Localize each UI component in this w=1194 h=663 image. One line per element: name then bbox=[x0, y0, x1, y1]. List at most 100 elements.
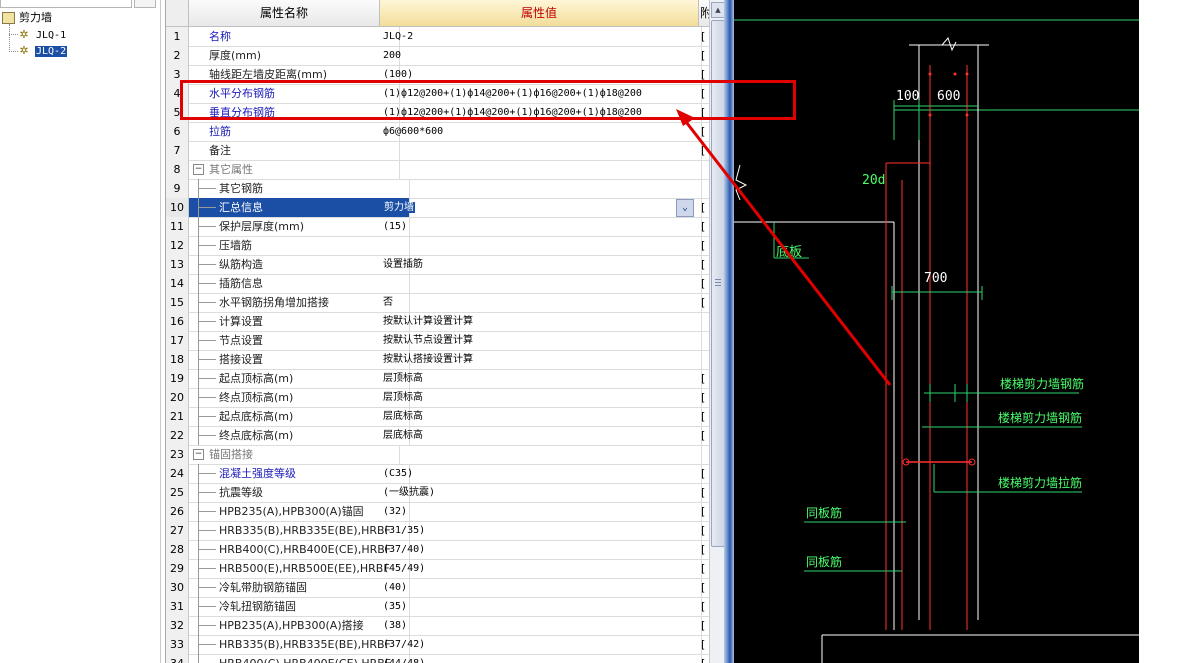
property-row[interactable]: 2 厚度(mm) 200[ bbox=[166, 46, 710, 66]
property-row[interactable]: 29 HRB500(E),HRB500E(EE),HRBF (45/49)[ bbox=[166, 559, 710, 579]
property-value[interactable]: (37/42) bbox=[380, 635, 702, 654]
property-name[interactable]: − 其它属性 bbox=[189, 160, 400, 179]
property-value[interactable]: 层顶标高 bbox=[380, 369, 702, 388]
property-name[interactable]: 备注 bbox=[189, 141, 400, 160]
property-value[interactable] bbox=[380, 160, 702, 179]
property-value[interactable]: 200 bbox=[380, 46, 702, 65]
property-row[interactable]: 10 汇总信息 剪力墙 ⌄[ bbox=[166, 198, 710, 218]
property-value[interactable] bbox=[380, 236, 702, 255]
property-value[interactable]: JLQ-2 bbox=[380, 27, 702, 46]
property-name[interactable]: 拉筋 bbox=[189, 122, 400, 141]
property-value[interactable]: 按默认节点设置计算 bbox=[380, 331, 702, 350]
property-row[interactable]: 32 HPB235(A),HPB300(A)搭接 (38)[ bbox=[166, 616, 710, 636]
property-row[interactable]: 20 终点顶标高(m) 层顶标高[ bbox=[166, 388, 710, 408]
property-name[interactable]: 保护层厚度(mm) bbox=[189, 217, 410, 236]
property-name[interactable]: HRB400(C),HRB400E(CE),HRBF bbox=[189, 654, 410, 663]
property-row[interactable]: 7 备注[ bbox=[166, 141, 710, 161]
property-value[interactable]: (32) bbox=[380, 502, 702, 521]
property-name[interactable]: 起点顶标高(m) bbox=[189, 369, 410, 388]
property-value[interactable]: (35) bbox=[380, 597, 702, 616]
property-name[interactable]: 水平钢筋拐角增加搭接 bbox=[189, 293, 410, 312]
header-property-name[interactable]: 属性名称 bbox=[189, 0, 380, 27]
property-value[interactable] bbox=[380, 179, 702, 198]
property-value[interactable] bbox=[380, 445, 702, 464]
property-name[interactable]: 汇总信息 bbox=[189, 198, 410, 217]
property-name[interactable]: 冷轧扭钢筋锚固 bbox=[189, 597, 410, 616]
property-row[interactable]: 27 HRB335(B),HRB335E(BE),HRBF (31/35)[ bbox=[166, 521, 710, 541]
property-row[interactable]: 17 节点设置 按默认节点设置计算 bbox=[166, 331, 710, 351]
property-row[interactable]: 22 终点底标高(m) 层底标高[ bbox=[166, 426, 710, 446]
tree-item-jlq-1[interactable]: ✲ JLQ-1 bbox=[18, 27, 67, 43]
property-name[interactable]: 其它钢筋 bbox=[189, 179, 410, 198]
property-row[interactable]: 18 搭接设置 按默认搭接设置计算 bbox=[166, 350, 710, 370]
property-value[interactable] bbox=[380, 141, 702, 160]
property-value[interactable]: (45/49) bbox=[380, 559, 702, 578]
property-name[interactable]: HRB500(E),HRB500E(EE),HRBF bbox=[189, 559, 410, 578]
property-name[interactable]: HPB235(A),HPB300(A)搭接 bbox=[189, 616, 410, 635]
property-name[interactable]: 插筋信息 bbox=[189, 274, 410, 293]
property-value[interactable]: (C35) bbox=[380, 464, 702, 483]
property-row[interactable]: 19 起点顶标高(m) 层顶标高[ bbox=[166, 369, 710, 389]
property-name[interactable]: 压墙筋 bbox=[189, 236, 410, 255]
property-row[interactable]: 1 名称 JLQ-2[ bbox=[166, 27, 710, 47]
property-name[interactable]: HRB335(B),HRB335E(BE),HRBF bbox=[189, 635, 410, 654]
tree-filter-button[interactable] bbox=[134, 0, 156, 8]
property-row[interactable]: 8− 其它属性 bbox=[166, 160, 710, 180]
property-name[interactable]: 厚度(mm) bbox=[189, 46, 400, 65]
property-value[interactable]: 层顶标高 bbox=[380, 388, 702, 407]
chevron-down-icon[interactable]: ⌄ bbox=[676, 199, 694, 217]
property-name[interactable]: 计算设置 bbox=[189, 312, 410, 331]
property-name[interactable]: 纵筋构造 bbox=[189, 255, 410, 274]
property-value[interactable]: (31/35) bbox=[380, 521, 702, 540]
property-value[interactable]: (44/48) bbox=[380, 654, 702, 663]
property-value[interactable]: (37/40) bbox=[380, 540, 702, 559]
property-value[interactable]: 否 bbox=[380, 293, 702, 312]
property-row[interactable]: 25 抗震等级 (一级抗震)[ bbox=[166, 483, 710, 503]
header-property-value[interactable]: 属性值 bbox=[380, 0, 699, 27]
property-value[interactable]: 按默认计算设置计算 bbox=[380, 312, 702, 331]
property-name[interactable]: 抗震等级 bbox=[189, 483, 410, 502]
property-name[interactable]: HRB400(C),HRB400E(CE),HRBF bbox=[189, 540, 410, 559]
property-row[interactable]: 11 保护层厚度(mm) (15)[ bbox=[166, 217, 710, 237]
property-row[interactable]: 23− 锚固搭接 bbox=[166, 445, 710, 465]
property-row[interactable]: 13 纵筋构造 设置插筋[ bbox=[166, 255, 710, 275]
property-row[interactable]: 28 HRB400(C),HRB400E(CE),HRBF (37/40)[ bbox=[166, 540, 710, 560]
property-name[interactable]: 冷轧带肋钢筋锚固 bbox=[189, 578, 410, 597]
property-row[interactable]: 15 水平钢筋拐角增加搭接否[ bbox=[166, 293, 710, 313]
tree-item-jlq-2[interactable]: ✲ JLQ-2 bbox=[18, 43, 68, 59]
property-row[interactable]: 26 HPB235(A),HPB300(A)锚固 (32)[ bbox=[166, 502, 710, 522]
property-name[interactable]: HRB335(B),HRB335E(BE),HRBF bbox=[189, 521, 410, 540]
property-row[interactable]: 24 混凝土强度等级 (C35)[ bbox=[166, 464, 710, 484]
property-row[interactable]: 21 起点底标高(m) 层底标高[ bbox=[166, 407, 710, 427]
property-name[interactable]: HPB235(A),HPB300(A)锚固 bbox=[189, 502, 410, 521]
property-name[interactable]: 名称 bbox=[189, 27, 400, 46]
property-name[interactable]: − 锚固搭接 bbox=[189, 445, 400, 464]
property-value[interactable]: 按默认搭接设置计算 bbox=[380, 350, 702, 369]
property-row[interactable]: 31 冷轧扭钢筋锚固 (35)[ bbox=[166, 597, 710, 617]
property-row[interactable]: 12 压墙筋[ bbox=[166, 236, 710, 256]
property-row[interactable]: 34HRB400(C),HRB400E(CE),HRBF(44/48)[ bbox=[166, 654, 710, 663]
property-value[interactable]: (40) bbox=[380, 578, 702, 597]
property-name[interactable]: 节点设置 bbox=[189, 331, 410, 350]
collapse-icon[interactable]: − bbox=[193, 164, 204, 175]
property-row[interactable]: 30 冷轧带肋钢筋锚固 (40)[ bbox=[166, 578, 710, 598]
property-row[interactable]: 16 计算设置 按默认计算设置计算 bbox=[166, 312, 710, 332]
summary-info-select[interactable]: 剪力墙 ⌄ bbox=[380, 198, 702, 217]
property-value[interactable]: (15) bbox=[380, 217, 702, 236]
property-row[interactable]: 33 HRB335(B),HRB335E(BE),HRBF (37/42)[ bbox=[166, 635, 710, 655]
property-name[interactable]: 终点顶标高(m) bbox=[189, 388, 410, 407]
property-value[interactable]: 设置插筋 bbox=[380, 255, 702, 274]
collapse-icon[interactable]: − bbox=[193, 449, 204, 460]
property-value[interactable]: ф6@600*600 bbox=[380, 122, 702, 141]
property-name[interactable]: 起点底标高(m) bbox=[189, 407, 410, 426]
tree-filter-input[interactable] bbox=[0, 0, 132, 8]
property-value[interactable]: 层底标高 bbox=[380, 407, 702, 426]
property-row[interactable]: 6 拉筋 ф6@600*600[ bbox=[166, 122, 710, 142]
property-value[interactable] bbox=[380, 274, 702, 293]
property-value[interactable]: (38) bbox=[380, 616, 702, 635]
tree-item-root[interactable]: 剪力墙 bbox=[2, 10, 52, 26]
property-value[interactable]: (一级抗震) bbox=[380, 483, 702, 502]
property-name[interactable]: 混凝土强度等级 bbox=[189, 464, 410, 483]
property-value[interactable]: 层底标高 bbox=[380, 426, 702, 445]
property-name[interactable]: 搭接设置 bbox=[189, 350, 410, 369]
